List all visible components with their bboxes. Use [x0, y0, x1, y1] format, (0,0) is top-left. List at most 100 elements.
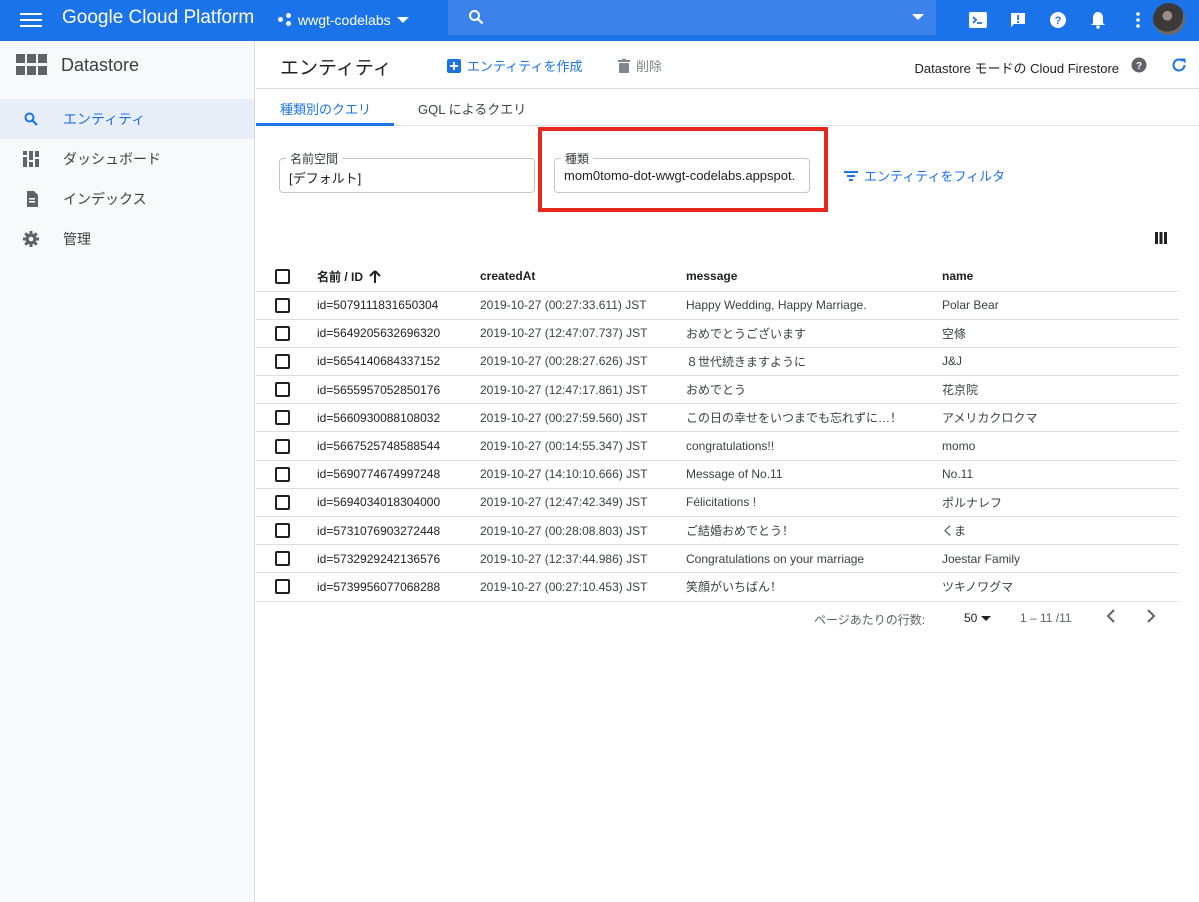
table-row[interactable]: id=5694034018304000 2019-10-27 (12:47:42.…: [256, 488, 1179, 518]
table-header-row: 名前 / ID createdAt message name: [256, 262, 1179, 292]
help-icon[interactable]: ?: [1038, 6, 1078, 34]
cell-message: Happy Wedding, Happy Marriage.: [686, 291, 942, 320]
cell-id[interactable]: id=5649205632696320: [317, 319, 480, 348]
sidebar-item-admin[interactable]: 管理: [0, 219, 254, 259]
product-name: Datastore: [61, 54, 140, 75]
cell-id[interactable]: id=5667525748588544: [317, 431, 480, 461]
column-header-name-id[interactable]: 名前 / ID: [317, 262, 480, 292]
cell-createdat: 2019-10-27 (00:28:08.803) JST: [480, 516, 686, 546]
cell-id[interactable]: id=5694034018304000: [317, 488, 480, 518]
kind-select[interactable]: 種類 mom0tomo-dot-wwgt-codelabs.appspot.: [554, 150, 810, 193]
cell-id[interactable]: id=5690774674997248: [317, 460, 480, 489]
rows-per-page-select[interactable]: 50: [964, 611, 992, 625]
tab-query-by-kind[interactable]: 種類別のクエリ: [280, 99, 371, 118]
main-content: エンティティ エンティティを作成 削除 Datastore モードの Cloud…: [256, 41, 1199, 902]
namespace-label: 名前空間: [286, 150, 343, 167]
next-page-icon[interactable]: [1146, 609, 1156, 623]
cell-createdat: 2019-10-27 (00:27:59.560) JST: [480, 403, 686, 433]
namespace-value: [デフォルト]: [289, 171, 362, 186]
cell-name: Polar Bear: [942, 291, 1179, 320]
rows-per-page-label: ページあたりの行数:: [814, 613, 926, 627]
cell-message: おめでとう: [686, 375, 942, 405]
row-select-cell: [256, 488, 317, 518]
sidebar-item-entities[interactable]: エンティティ: [0, 99, 254, 139]
cell-createdat: 2019-10-27 (12:47:17.861) JST: [480, 375, 686, 405]
cell-id[interactable]: id=5732929242136576: [317, 544, 480, 574]
namespace-select[interactable]: 名前空間 [デフォルト]: [279, 150, 535, 193]
table-row[interactable]: id=5660930088108032 2019-10-27 (00:27:59.…: [256, 403, 1179, 433]
pagination: ページあたりの行数: 50 1 – 11 /11: [256, 608, 1179, 628]
active-tab-indicator: [256, 123, 394, 126]
row-checkbox[interactable]: [275, 325, 290, 341]
create-entity-button[interactable]: エンティティを作成: [447, 56, 582, 75]
filter-entities-button[interactable]: エンティティをフィルタ: [844, 166, 1005, 185]
add-box-icon: [447, 58, 461, 73]
cell-id[interactable]: id=5654140684337152: [317, 347, 480, 377]
column-header-message[interactable]: message: [686, 262, 942, 292]
project-selector[interactable]: wwgt-codelabs: [278, 9, 409, 31]
account-avatar[interactable]: [1153, 3, 1185, 35]
table-row[interactable]: id=5732929242136576 2019-10-27 (12:37:44.…: [256, 544, 1179, 574]
cloud-shell-icon[interactable]: [958, 6, 998, 34]
page-title: エンティティ: [280, 58, 392, 79]
help-icon[interactable]: ?: [1131, 57, 1147, 73]
row-checkbox[interactable]: [275, 353, 290, 369]
sidebar-item-dashboard[interactable]: ダッシュボード: [0, 139, 254, 179]
table-row[interactable]: id=5079111831650304 2019-10-27 (00:27:33.…: [256, 291, 1179, 320]
refresh-icon[interactable]: [1171, 57, 1187, 73]
table-row[interactable]: id=5690774674997248 2019-10-27 (14:10:10.…: [256, 460, 1179, 489]
gcp-logo-text[interactable]: Google Cloud Platform: [62, 7, 254, 29]
row-checkbox[interactable]: [275, 297, 290, 313]
cell-id[interactable]: id=5660930088108032: [317, 403, 480, 433]
row-select-cell: [256, 431, 317, 461]
select-all-checkbox[interactable]: [275, 268, 290, 284]
column-header-createdat[interactable]: createdAt: [480, 262, 686, 292]
previous-page-icon[interactable]: [1106, 609, 1116, 623]
sort-arrow-up-icon: [369, 270, 382, 283]
hamburger-menu-icon[interactable]: [20, 10, 42, 30]
cell-id[interactable]: id=5079111831650304: [317, 291, 480, 320]
trash-icon: [618, 58, 630, 73]
cell-name: momo: [942, 431, 1179, 461]
table-row[interactable]: id=5654140684337152 2019-10-27 (00:28:27.…: [256, 347, 1179, 377]
cell-message: Message of No.11: [686, 460, 942, 489]
cell-message: 笑顔がいちばん！: [686, 572, 942, 602]
row-checkbox[interactable]: [275, 438, 290, 454]
search-bar[interactable]: [448, 0, 936, 35]
cell-message: congratulations!!: [686, 431, 942, 461]
row-checkbox[interactable]: [275, 494, 290, 510]
tab-gql-query[interactable]: GQL によるクエリ: [418, 99, 526, 118]
row-checkbox[interactable]: [275, 410, 290, 426]
search-dropdown-icon[interactable]: [912, 14, 924, 20]
row-checkbox[interactable]: [275, 523, 290, 539]
cell-createdat: 2019-10-27 (12:37:44.986) JST: [480, 544, 686, 574]
column-header-name[interactable]: name: [942, 262, 1179, 292]
table-row[interactable]: id=5655957052850176 2019-10-27 (12:47:17.…: [256, 375, 1179, 405]
search-icon: [23, 111, 39, 127]
row-checkbox[interactable]: [275, 579, 290, 595]
notifications-icon[interactable]: [1078, 6, 1118, 34]
feedback-icon[interactable]: [998, 6, 1038, 34]
delete-button[interactable]: 削除: [618, 56, 662, 75]
row-select-cell: [256, 375, 317, 405]
table-row[interactable]: id=5667525748588544 2019-10-27 (00:14:55.…: [256, 431, 1179, 461]
cell-message: Félicitations !: [686, 488, 942, 518]
cell-id[interactable]: id=5655957052850176: [317, 375, 480, 405]
row-select-cell: [256, 403, 317, 433]
table-row[interactable]: id=5739956077068288 2019-10-27 (00:27:10.…: [256, 572, 1179, 602]
row-checkbox[interactable]: [275, 466, 290, 482]
table-row[interactable]: id=5649205632696320 2019-10-27 (12:47:07.…: [256, 319, 1179, 348]
cell-id[interactable]: id=5731076903272448: [317, 516, 480, 546]
more-vert-icon[interactable]: [1118, 6, 1158, 34]
cell-id[interactable]: id=5739956077068288: [317, 572, 480, 602]
top-app-bar: Google Cloud Platform wwgt-codelabs ?: [0, 0, 1199, 41]
column-display-icon[interactable]: [1155, 232, 1167, 244]
row-checkbox[interactable]: [275, 382, 290, 398]
project-icon: [278, 13, 292, 27]
cell-name: J&J: [942, 347, 1179, 377]
sidebar-item-indexes[interactable]: インデックス: [0, 179, 254, 219]
chevron-down-icon: [396, 17, 409, 23]
row-select-cell: [256, 460, 317, 489]
row-checkbox[interactable]: [275, 551, 290, 567]
table-row[interactable]: id=5731076903272448 2019-10-27 (00:28:08.…: [256, 516, 1179, 546]
